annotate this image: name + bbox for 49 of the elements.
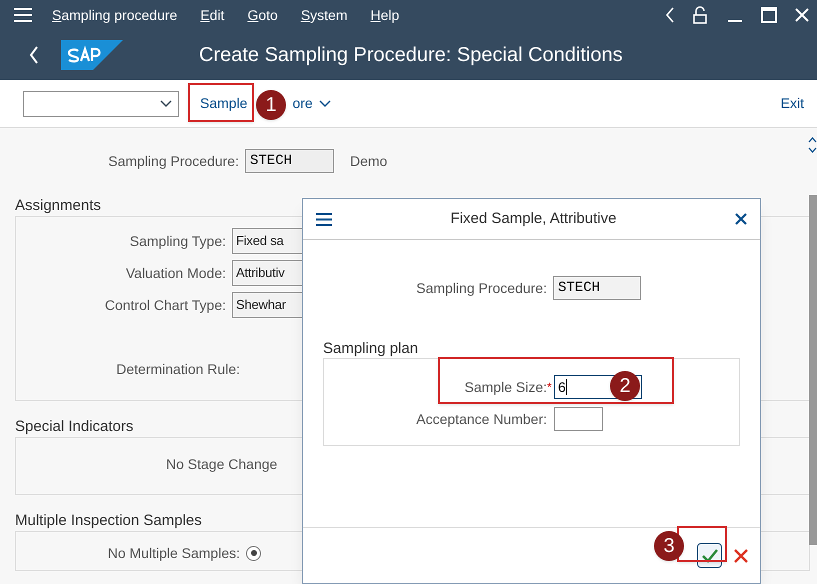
menu-item[interactable]: Edit (200, 4, 224, 26)
field-label: Sampling Procedure: (415, 278, 547, 298)
description-text: Demo (350, 152, 388, 170)
confirm-button[interactable] (697, 543, 722, 568)
highlight-frame (188, 83, 254, 122)
section-title: Special Indicators (15, 418, 134, 435)
field-label: Sampling Type: (128, 232, 226, 251)
field-label: Acceptance Number: (415, 410, 547, 429)
field-label: No Multiple Samples: (106, 544, 240, 563)
indicator-label: No Stage Change (166, 454, 278, 474)
input-field: STECH (553, 276, 641, 300)
dialog-title: Fixed Sample, Attributive (450, 208, 618, 229)
scroll-arrows-icon[interactable] (808, 136, 817, 154)
input-field: STECH (245, 149, 334, 173)
section-title: Multiple Inspection Samples (15, 512, 202, 529)
chevron-down-icon (318, 100, 331, 108)
more-button[interactable]: ore (292, 93, 331, 114)
input-field[interactable]: Shewhar (232, 292, 302, 318)
exit-button[interactable]: Exit (780, 93, 804, 114)
field-label: Valuation Mode: (124, 264, 226, 282)
menu-item[interactable]: Goto (247, 4, 278, 26)
input-field[interactable]: Fixed sa (232, 228, 302, 254)
unlock-icon[interactable] (693, 6, 709, 24)
input-field[interactable]: Attributiv (232, 260, 302, 286)
section-title: Assignments (15, 197, 101, 214)
radio-button[interactable] (246, 546, 261, 560)
maximize-icon[interactable] (761, 7, 777, 23)
menu-item[interactable]: System (300, 4, 348, 26)
dropdown-field[interactable] (23, 90, 179, 116)
page-title: Create Sampling Procedure: Special Conditions (199, 43, 623, 68)
group-title: Sampling plan (323, 339, 420, 358)
field-label: Sampling Procedure: (107, 152, 239, 171)
input-field[interactable] (554, 407, 603, 431)
checkmark-icon (702, 548, 718, 562)
chevron-down-icon (160, 100, 172, 108)
scroll-thumb[interactable] (809, 195, 817, 545)
toolbar-button[interactable]: Sample (200, 93, 248, 114)
menu-icon[interactable] (316, 212, 332, 226)
field-label: Determination Rule: (115, 360, 240, 378)
logo-icon (61, 40, 123, 70)
field-label: Sample Size: (464, 378, 547, 397)
close-icon[interactable] (735, 213, 747, 225)
back-icon[interactable] (29, 46, 39, 64)
chevron-left-icon[interactable] (665, 7, 675, 23)
required-mark: * (547, 380, 552, 394)
menu-item[interactable]: Sampling procedure (52, 4, 178, 26)
menu-item[interactable]: Help (370, 4, 400, 26)
cancel-icon[interactable] (734, 548, 748, 562)
field-label: Control Chart Type: (104, 296, 226, 315)
